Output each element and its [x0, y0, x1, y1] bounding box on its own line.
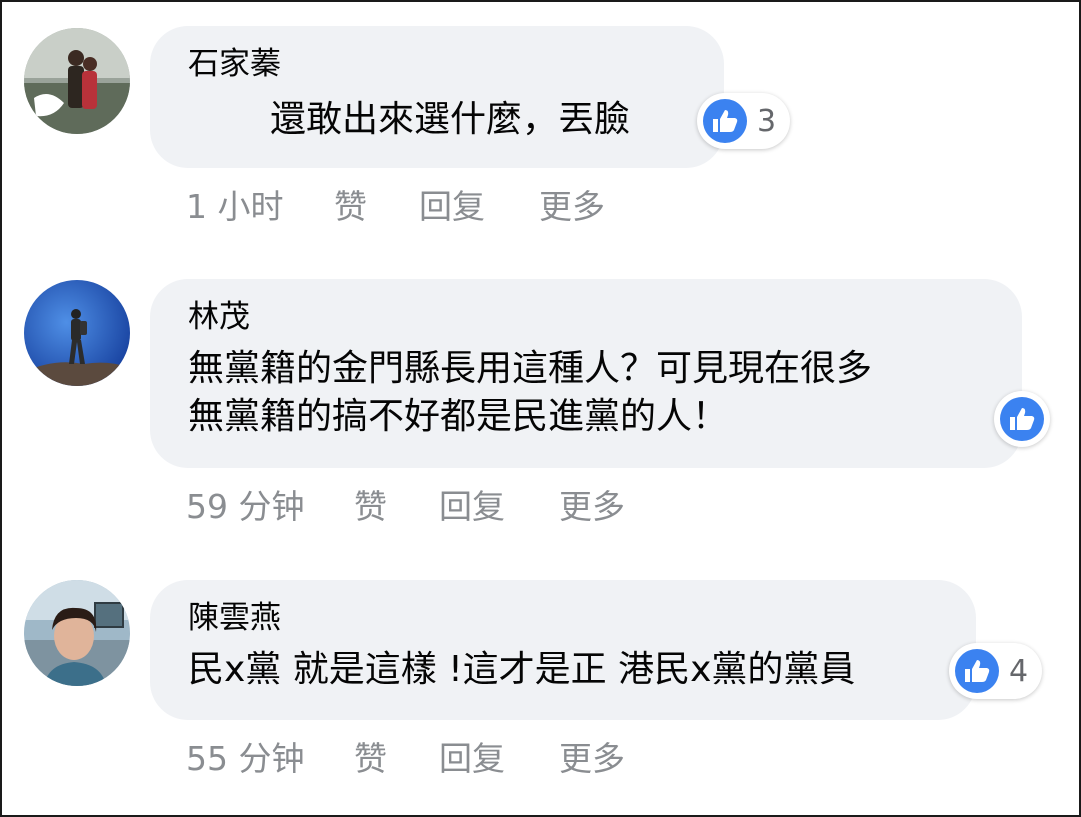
comment-bubble: 林茂 無黨籍的金門縣長用這種人？可見現在很多 無黨籍的搞不好都是民進黨的人！	[150, 279, 1022, 468]
comment-text: 還敢出來選什麼，丟臉	[270, 99, 631, 140]
more-button[interactable]: 更多	[539, 180, 605, 228]
more-button[interactable]: 更多	[559, 480, 625, 528]
avatar[interactable]	[24, 28, 130, 134]
comment-text: 無黨籍的搞不好都是民進黨的人！	[188, 396, 729, 437]
like-button[interactable]: 赞	[354, 480, 387, 528]
reply-button[interactable]: 回复	[419, 180, 485, 228]
avatar[interactable]	[24, 580, 130, 686]
reaction-count: 4	[1009, 653, 1029, 689]
comment-text: 民x黨 就是這樣 !這才是正 港民x黨的黨員	[188, 649, 856, 690]
comment-author[interactable]: 林茂	[188, 297, 984, 337]
like-button[interactable]: 赞	[334, 180, 367, 228]
comment-author[interactable]: 陳雲燕	[188, 598, 938, 638]
comment-author[interactable]: 石家蓁	[188, 44, 686, 84]
thumbs-up-icon	[703, 99, 747, 143]
thumbs-up-icon	[955, 649, 999, 693]
reaction-badge[interactable]	[994, 391, 1050, 447]
more-button[interactable]: 更多	[559, 732, 625, 780]
reaction-badge[interactable]: 3	[697, 93, 791, 149]
comment-timestamp[interactable]: 1 小时	[186, 180, 284, 228]
reply-button[interactable]: 回复	[439, 732, 505, 780]
reply-button[interactable]: 回复	[439, 480, 505, 528]
comment-text: 無黨籍的金門縣長用這種人？可見現在很多	[188, 348, 873, 389]
comment-timestamp[interactable]: 59 分钟	[186, 480, 304, 528]
like-button[interactable]: 赞	[354, 732, 387, 780]
reaction-count: 3	[757, 103, 777, 139]
comment-bubble: 陳雲燕 民x黨 就是這樣 !這才是正 港民x黨的黨員	[150, 580, 976, 720]
reaction-badge[interactable]: 4	[949, 643, 1043, 699]
avatar[interactable]	[24, 280, 130, 386]
comment-timestamp[interactable]: 55 分钟	[186, 732, 304, 780]
comment-bubble: 石家蓁 還敢出來選什麼，丟臉	[150, 26, 724, 168]
thumbs-up-icon	[1000, 397, 1044, 441]
